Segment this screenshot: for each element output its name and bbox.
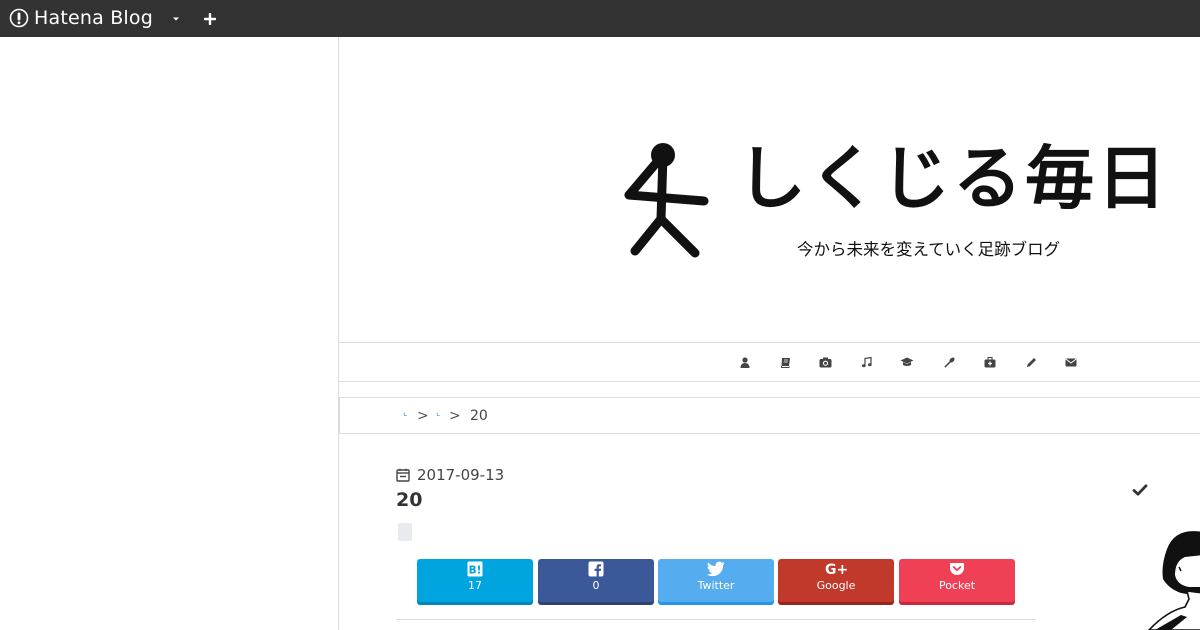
hatena-bookmark-icon: B!	[467, 561, 483, 577]
nav-photos[interactable]	[816, 353, 834, 371]
graduation-cap-icon	[900, 357, 914, 366]
caret-down-icon	[173, 17, 179, 20]
nav-study[interactable]	[898, 353, 916, 371]
nav-contact[interactable]	[1062, 353, 1080, 371]
entry-date-text: 2017-09-13	[417, 466, 505, 484]
entry-title[interactable]: 20	[396, 489, 422, 511]
wrench-icon	[943, 356, 955, 368]
blog-header[interactable]: しくじる毎日 今から未来を変えていく足跡ブログ	[339, 37, 1200, 342]
nav-write[interactable]	[1022, 353, 1040, 371]
nav-music[interactable]	[857, 353, 875, 371]
breadcrumb-separator: >	[417, 408, 429, 424]
medkit-icon	[984, 356, 996, 367]
entry-date[interactable]: 2017-09-13	[396, 465, 504, 485]
twitter-share-label: Twitter	[697, 579, 735, 592]
plus-icon	[204, 12, 216, 25]
add-post-button[interactable]	[197, 0, 223, 37]
check-icon[interactable]	[1132, 482, 1148, 498]
hatena-bookmark-count: 17	[468, 579, 482, 592]
hatena-logo-icon	[9, 8, 29, 28]
svg-text:B!: B!	[469, 565, 482, 577]
pocket-share-button[interactable]: Pocket	[899, 559, 1015, 602]
camera-icon	[819, 357, 831, 367]
twitter-icon	[707, 561, 725, 577]
book-icon	[780, 357, 790, 368]
svg-text:G+: G+	[825, 562, 847, 577]
facebook-share-count: 0	[592, 579, 600, 592]
brand-text: Hatena Blog	[34, 6, 153, 29]
left-sidebar	[0, 37, 338, 630]
nav-books[interactable]	[776, 353, 794, 371]
breadcrumb-category-link[interactable]: ⌞	[436, 408, 440, 418]
hatena-bookmark-button[interactable]: B! 17	[417, 559, 533, 602]
blog-title: しくじる毎日	[737, 139, 1169, 219]
hatena-blog-logo[interactable]: Hatena Blog	[9, 7, 153, 29]
blog-subtitle: 今から未来を変えていく足跡ブログ	[797, 240, 1061, 259]
music-icon	[861, 356, 872, 367]
pencil-icon	[1026, 357, 1036, 367]
pocket-icon	[950, 563, 964, 575]
calendar-icon	[396, 468, 410, 482]
entry-divider	[396, 619, 1036, 620]
entry-category-tag[interactable]	[398, 523, 412, 541]
walking-man-head	[651, 143, 675, 167]
twitter-share-button[interactable]: Twitter	[658, 559, 774, 602]
facebook-share-button[interactable]: 0	[538, 559, 654, 602]
user-icon	[740, 356, 750, 368]
envelope-icon	[1065, 358, 1077, 366]
facebook-icon	[588, 561, 604, 577]
account-dropdown-button[interactable]	[163, 0, 189, 37]
breadcrumb: ⌞ > ⌞ > 20	[339, 397, 1200, 434]
nav-health[interactable]	[981, 353, 999, 371]
breadcrumb-home-link[interactable]: ⌞	[403, 408, 407, 418]
google-plus-icon: G+	[825, 562, 847, 577]
avatar-illustration	[1147, 531, 1200, 630]
nav-profile[interactable]	[736, 353, 754, 371]
nav-tools[interactable]	[940, 353, 958, 371]
author-avatar[interactable]	[1145, 527, 1200, 630]
pocket-share-label: Pocket	[938, 579, 976, 592]
global-nav	[339, 342, 1200, 382]
walking-man-icon	[624, 150, 709, 258]
google-plus-share-button[interactable]: G+ Google	[778, 559, 894, 602]
breadcrumb-current: 20	[470, 408, 488, 424]
breadcrumb-separator: >	[449, 408, 461, 424]
google-plus-share-label: Google	[816, 579, 856, 592]
hatena-topbar: Hatena Blog	[0, 0, 1200, 37]
blog-main: しくじる毎日 今から未来を変えていく足跡ブログ ⌞ > ⌞ > 20 2017-…	[338, 37, 1200, 630]
